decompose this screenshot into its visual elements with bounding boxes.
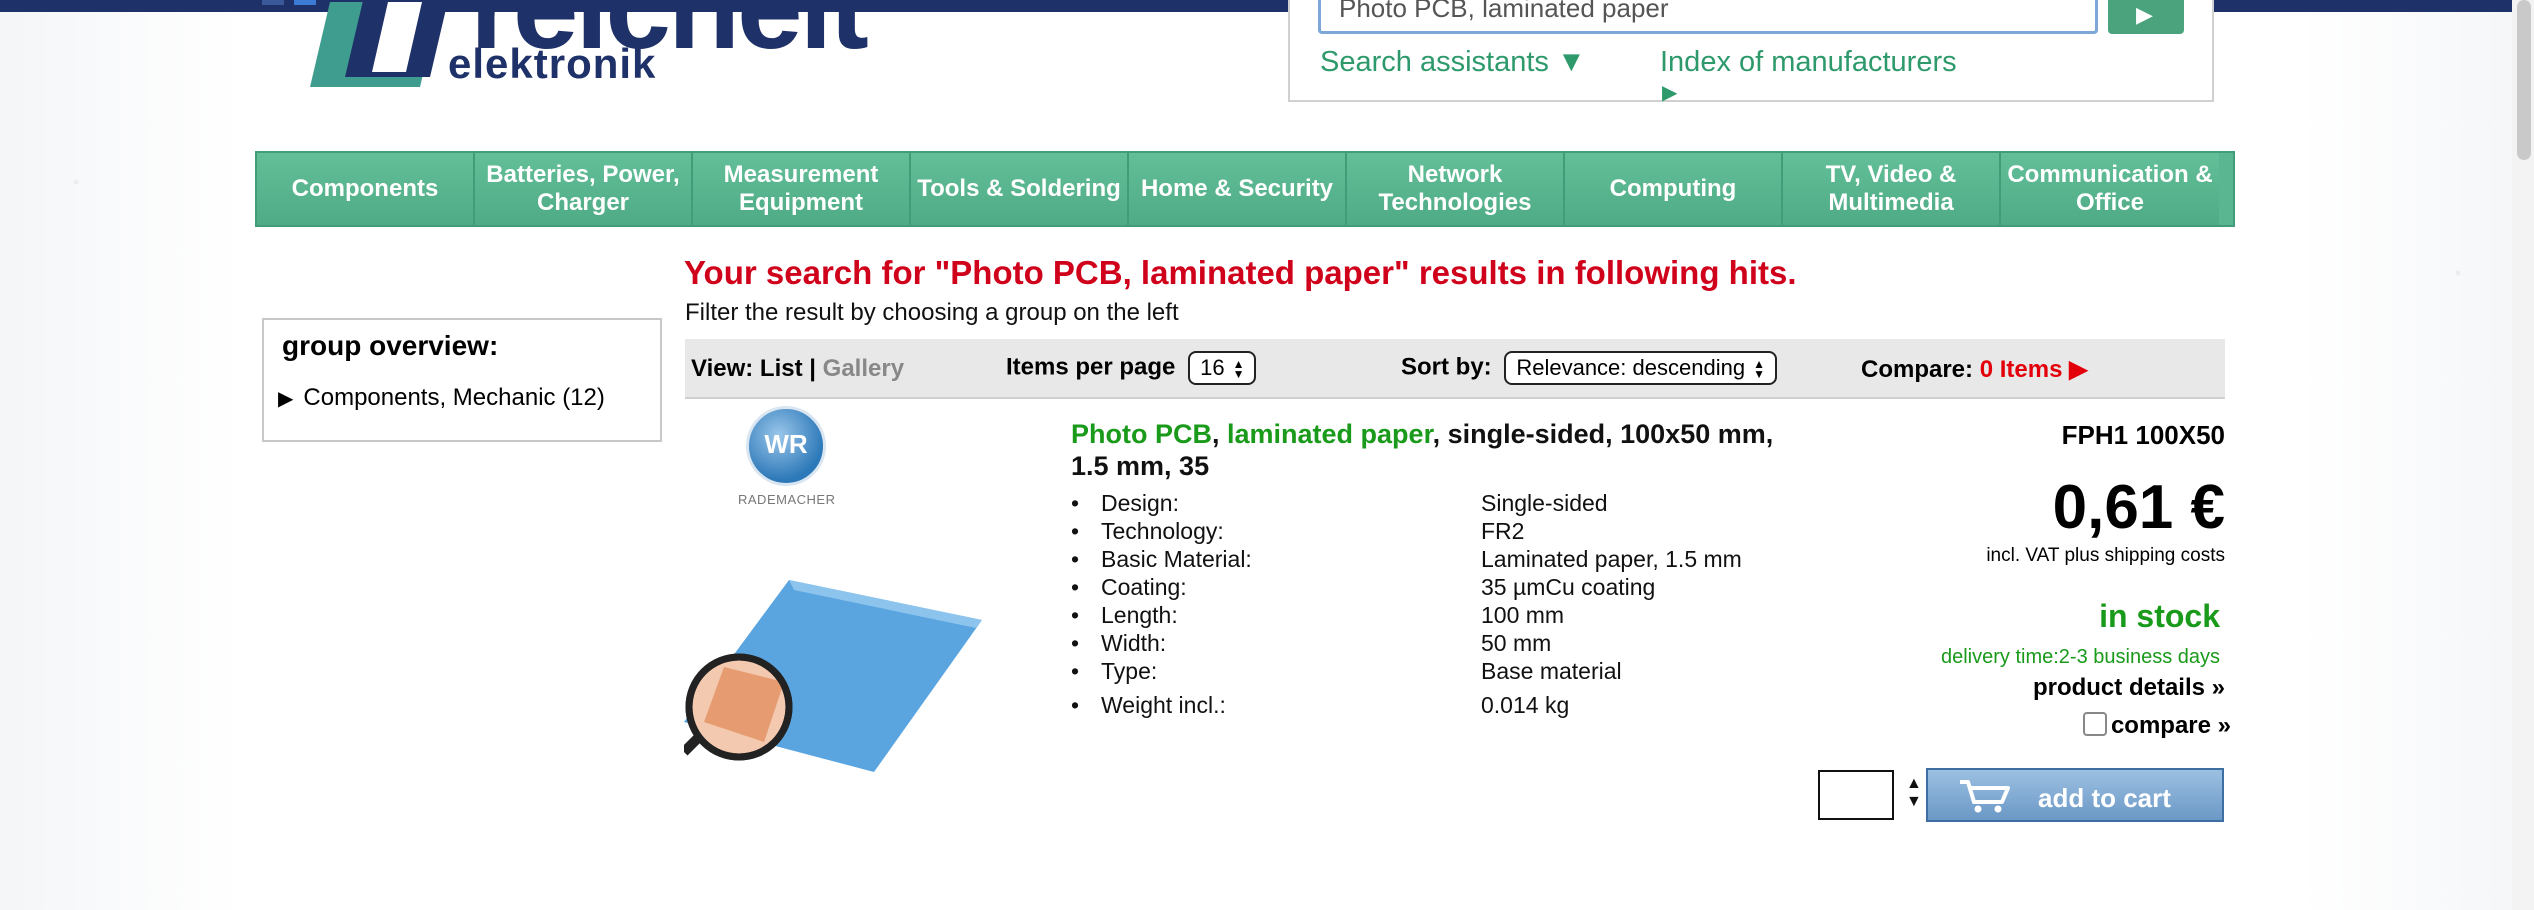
arrow-right-icon: ▶ xyxy=(2136,2,2153,27)
bullet: • xyxy=(1071,658,1080,684)
nav-item-components[interactable]: Components xyxy=(257,153,475,225)
spec-value: Laminated paper, 1.5 mm xyxy=(1481,546,1742,572)
nav-item-tools[interactable]: Tools & Soldering xyxy=(911,153,1129,225)
updown-icon: ▲ ▼ xyxy=(1753,357,1765,382)
product-price: 0,61 € xyxy=(2052,473,2225,542)
results-headline: Your search for "Photo PCB, laminated pa… xyxy=(684,254,1797,291)
manufacturer-name: RADEMACHER xyxy=(738,492,836,507)
compare-status: Compare: 0 Items ▶ xyxy=(1861,355,2088,384)
add-to-cart-label: add to cart xyxy=(2038,783,2171,813)
group-overview-title: group overview: xyxy=(282,330,499,361)
vat-note: incl. VAT plus shipping costs xyxy=(1986,545,2225,566)
logo-mark-icon xyxy=(310,0,449,87)
manufacturer-logo[interactable]: WR RADEMACHER xyxy=(738,406,836,514)
spec-label: Length: xyxy=(1101,602,1178,628)
site-logo[interactable]: reichelt elektronik xyxy=(310,0,1010,107)
spec-label: Width: xyxy=(1101,630,1167,656)
results-toolbar: View: List | Gallery Items per page 16 ▲ ▼… xyxy=(685,339,2225,399)
spec-value: Single-sided xyxy=(1481,490,1608,516)
title-highlight: Photo PCB xyxy=(1071,419,1212,449)
rademacher-logo-icon: WR xyxy=(746,406,826,486)
scrollbar[interactable] xyxy=(2512,0,2534,910)
nav-item-tv-video[interactable]: TV, Video & Multimedia xyxy=(1783,153,2001,225)
nav-item-home-security[interactable]: Home & Security xyxy=(1129,153,1347,225)
items-per-page-label: Items per page xyxy=(1006,353,1176,381)
view-gallery-link[interactable]: Gallery xyxy=(823,355,904,382)
bullet: • xyxy=(1071,602,1080,628)
items-per-page: Items per page 16 ▲ ▼ xyxy=(1006,351,1257,385)
group-overview: group overview: ▶ Components, Mechanic (1… xyxy=(262,318,662,442)
category-nav: Components Batteries, Power, Charger Mea… xyxy=(255,151,2235,227)
scrollbar-thumb[interactable] xyxy=(2517,0,2531,160)
search-button[interactable]: ▶ xyxy=(2108,0,2184,34)
quantity-input[interactable] xyxy=(1818,770,1894,820)
bullet: • xyxy=(1071,692,1080,718)
spec-value: 100 mm xyxy=(1481,602,1565,628)
nav-item-computing[interactable]: Computing xyxy=(1565,153,1783,225)
stock-status: in stock xyxy=(2099,598,2220,634)
title-separator: , xyxy=(1212,419,1228,449)
nav-item-measurement[interactable]: Measurement Equipment xyxy=(693,153,911,225)
bullet: • xyxy=(1071,574,1080,600)
updown-icon: ▲ ▼ xyxy=(1232,357,1245,382)
spec-value: 50 mm xyxy=(1481,630,1552,656)
search-assistants-link[interactable]: Search assistants ▼ xyxy=(1320,46,1586,79)
items-per-page-select[interactable]: 16 ▲ ▼ xyxy=(1188,351,1257,385)
product-title-link[interactable]: Photo PCB, laminated paper, single-sided… xyxy=(1071,418,1811,482)
group-item-label: Components, Mechanic (12) xyxy=(303,384,605,411)
spec-label: Coating: xyxy=(1101,574,1187,600)
group-item-components-mechanic[interactable]: ▶ Components, Mechanic (12) xyxy=(278,384,605,412)
product-sku: FPH1 100X50 xyxy=(2061,420,2225,450)
view-label: View: xyxy=(691,355,754,382)
bullet: • xyxy=(1071,630,1080,656)
cart-icon xyxy=(1960,780,2010,813)
nav-item-network[interactable]: Network Technologies xyxy=(1347,153,1565,225)
search-panel: Photo PCB, laminated paper ▶ Search assi… xyxy=(1288,0,2214,104)
product-image[interactable] xyxy=(684,572,984,772)
view-separator: | xyxy=(809,355,816,382)
spec-value: Base material xyxy=(1481,658,1622,684)
nav-item-batteries[interactable]: Batteries, Power, Charger xyxy=(475,153,693,225)
arrow-right-icon: ▶ xyxy=(1662,82,1678,104)
sort-value: Relevance: descending xyxy=(1516,355,1746,380)
items-per-page-value: 16 xyxy=(1200,355,1225,380)
facebook-icon[interactable] xyxy=(262,0,284,5)
nav-item-communication[interactable]: Communication & Office xyxy=(2001,153,2219,225)
bullet: • xyxy=(1071,518,1080,544)
product-details-link[interactable]: product details » xyxy=(2033,674,2225,702)
manufacturers-index-link[interactable]: Index of manufacturers xyxy=(1660,46,1957,79)
add-to-cart-button[interactable]: add to cart xyxy=(1926,768,2224,822)
spec-value: FR2 xyxy=(1481,518,1525,544)
title-highlight: laminated paper xyxy=(1227,419,1433,449)
results-subline: Filter the result by choosing a group on… xyxy=(685,299,1179,326)
spec-label: Technology: xyxy=(1101,518,1224,544)
search-input[interactable]: Photo PCB, laminated paper xyxy=(1318,0,2098,34)
compare-count-link[interactable]: 0 Items ▶ xyxy=(1980,356,2088,383)
bullet: • xyxy=(1071,490,1080,516)
compare-checkbox[interactable]: compare » xyxy=(2082,712,2231,740)
view-switch: View: List | Gallery xyxy=(691,355,904,383)
checkbox-icon[interactable] xyxy=(2082,712,2107,736)
quantity-stepper-icon[interactable]: ▲ ▼ xyxy=(1906,775,1922,811)
spec-label: Type: xyxy=(1101,658,1158,684)
delivery-time: delivery time:2-3 business days xyxy=(1940,646,2220,668)
compare-label: compare » xyxy=(2110,712,2231,739)
spec-value: 0.014 kg xyxy=(1481,692,1570,718)
spec-label: Weight incl.: xyxy=(1101,692,1226,718)
sort-control: Sort by: Relevance: descending ▲ ▼ xyxy=(1401,351,1777,385)
sort-label: Sort by: xyxy=(1401,353,1492,381)
logo-subtitle: elektronik xyxy=(448,40,657,87)
view-list-link[interactable]: List xyxy=(760,355,803,382)
sort-select[interactable]: Relevance: descending ▲ ▼ xyxy=(1504,351,1777,385)
spec-value: 35 µmCu coating xyxy=(1481,574,1656,600)
spec-label: Basic Material: xyxy=(1101,546,1252,572)
triangle-right-icon: ▶ xyxy=(278,388,294,410)
spec-label: Design: xyxy=(1101,490,1179,516)
bullet: • xyxy=(1071,546,1080,572)
compare-label: Compare: xyxy=(1861,356,1974,383)
